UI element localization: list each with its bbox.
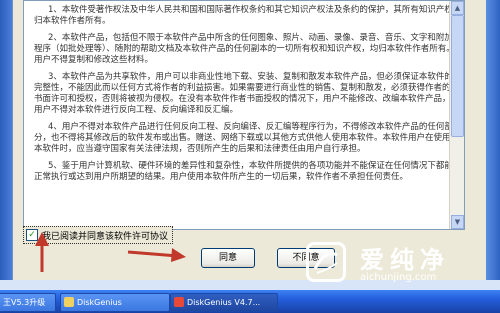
taskbar-item-folder[interactable]: DiskGenius <box>60 293 170 312</box>
license-paragraph-5: 5、鉴于用户计算机软、硬件环境的差异性和复杂性，本软件所提供的各项功能并不能保证… <box>34 161 453 182</box>
license-text: 1、本软件受著作权法及中华人民共和国和国际著作权条约和其它知识产权法及条约的保护… <box>24 1 464 183</box>
agree-checkbox[interactable]: ✓ <box>26 229 38 241</box>
scroll-down-arrow-icon[interactable]: ▼ <box>451 215 464 229</box>
taskbar-item-diskgenius[interactable]: DiskGenius V4.7... <box>170 293 278 312</box>
site-watermark: 爱纯净 aichunjing.com <box>306 232 494 290</box>
watermark-url: aichunjing.com <box>360 272 437 283</box>
scrollbar-thumb[interactable] <box>451 15 464 137</box>
license-text-box[interactable]: 1、本软件受著作权法及中华人民共和国和国际著作权条约和其它知识产权法及条约的保护… <box>23 0 465 230</box>
agree-checkbox-row[interactable]: ✓ 我已阅读并同意该软件许可协议 <box>23 226 174 244</box>
agree-button[interactable]: 同意 <box>201 248 255 268</box>
agree-checkbox-label[interactable]: 我已阅读并同意该软件许可协议 <box>42 229 168 242</box>
license-paragraph-4: 4、用户不得对本软件产品进行任何反向工程、反向编译、反汇编等程序行为，不得修改本… <box>34 122 453 154</box>
license-paragraph-3: 3、本软件产品为共享软件，用户可以非商业性地下载、安装、复制和散发本软件产品，但… <box>34 72 453 115</box>
windows-taskbar: 王V5.3升级 DiskGenius DiskGenius V4.7... <box>0 290 500 313</box>
folder-icon <box>64 297 74 307</box>
taskbar-item-label: 王V5.3升级 <box>3 298 46 307</box>
license-paragraph-2: 2、本软件产品，包括但不限于本软件产品中所含的任何图象、照片、动画、录像、录音、… <box>34 33 455 65</box>
underlying-window-frame <box>0 0 12 280</box>
taskbar-item-label: DiskGenius V4.7... <box>187 298 261 307</box>
scroll-up-arrow-icon[interactable]: ▲ <box>451 1 464 15</box>
watermark-title: 爱纯净 <box>360 246 450 274</box>
watermark-logo-icon <box>306 242 346 282</box>
taskbar-item-label: DiskGenius <box>77 298 122 307</box>
diskgenius-icon <box>174 297 184 307</box>
logo-swoosh-icon <box>313 252 338 274</box>
license-paragraph-1: 1、本软件受著作权法及中华人民共和国和国际著作权条约和其它知识产权法及条约的保护… <box>34 5 453 26</box>
license-scrollbar[interactable]: ▲ ▼ <box>449 1 464 229</box>
taskbar-item-upgrade[interactable]: 王V5.3升级 <box>0 293 56 312</box>
